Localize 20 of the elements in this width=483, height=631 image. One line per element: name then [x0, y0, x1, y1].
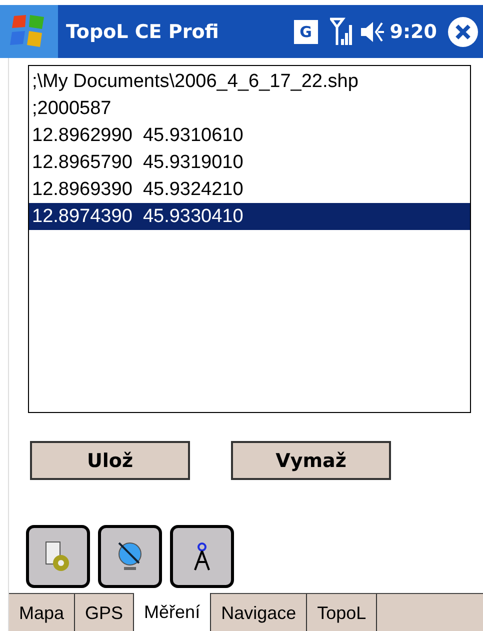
compass-icon — [192, 542, 212, 572]
start-button[interactable] — [0, 5, 58, 58]
list-item[interactable]: 12.8969390 45.9324210 — [29, 176, 470, 203]
clock[interactable]: 9:20 — [390, 20, 437, 42]
list-item[interactable]: 12.8965790 45.9319010 — [29, 149, 470, 176]
speaker-icon[interactable] — [360, 20, 386, 44]
list-item[interactable]: 12.8962990 45.9310610 — [29, 122, 470, 149]
tool-button[interactable] — [26, 525, 90, 588]
tool-button[interactable] — [170, 525, 234, 588]
delete-button[interactable]: Vymaž — [231, 441, 391, 480]
list-item[interactable]: ;2000587 — [29, 95, 470, 122]
signal-icon[interactable] — [330, 16, 354, 46]
save-button[interactable]: Ulož — [30, 441, 190, 480]
list-item[interactable]: 12.8974390 45.9330410 — [29, 203, 470, 230]
window-title: TopoL CE Profi — [66, 20, 220, 42]
close-icon[interactable] — [447, 16, 479, 48]
tool-button[interactable] — [98, 525, 162, 588]
network-badge: G — [294, 20, 318, 44]
tab[interactable]: Měření — [134, 593, 212, 631]
list-item[interactable]: ;\My Documents\2006_4_6_17_22.shp — [29, 68, 470, 95]
